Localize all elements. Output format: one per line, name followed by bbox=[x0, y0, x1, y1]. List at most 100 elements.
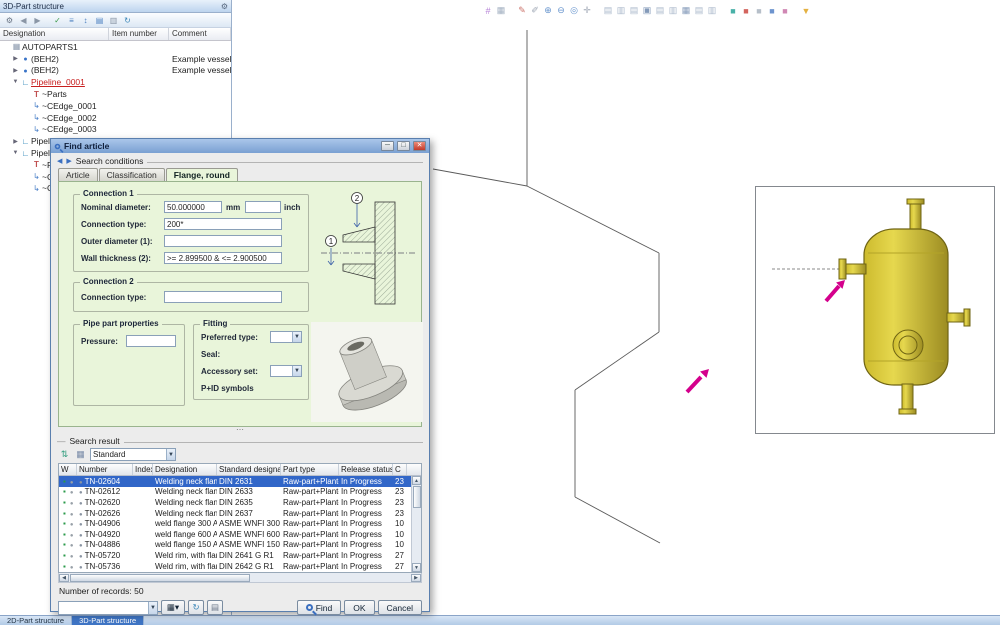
col-standard-designation[interactable]: Standard designation bbox=[217, 464, 281, 475]
expander-icon[interactable]: ▼ bbox=[11, 150, 20, 156]
sheet-7-icon[interactable]: ▦ bbox=[680, 4, 692, 17]
filter-funnel-icon[interactable]: ▼ bbox=[800, 4, 812, 17]
view-blue-icon[interactable]: ■ bbox=[766, 4, 778, 17]
tree-item[interactable]: ~CEdge_0002 bbox=[0, 112, 231, 124]
refresh-icon[interactable]: ↻ bbox=[121, 14, 134, 26]
col-c[interactable]: C bbox=[393, 464, 407, 475]
result-row[interactable]: TN-04906 weld flange 300 AS ASME WNFI 30… bbox=[59, 518, 421, 529]
list-icon[interactable]: ≡ bbox=[65, 14, 78, 26]
dialog-title-bar[interactable]: Find article ─ □ ✕ bbox=[51, 139, 429, 153]
sort-icon[interactable]: ↕ bbox=[79, 14, 92, 26]
sep-b[interactable] bbox=[594, 4, 601, 17]
connection2-type-field[interactable] bbox=[164, 291, 282, 303]
result-row[interactable]: TN-02620 Welding neck flange DIN 2635 Ra… bbox=[59, 497, 421, 508]
zoom-out-icon[interactable]: ⊖ bbox=[555, 4, 567, 17]
tree-item[interactable]: ▶ (BEH2) Example vessel 2 bbox=[0, 53, 231, 65]
column-designation[interactable]: Designation bbox=[0, 28, 109, 40]
sheet-5-icon[interactable]: ▤ bbox=[654, 4, 666, 17]
tree-item[interactable]: ▶ (BEH2) Example vessel 2 bbox=[0, 65, 231, 77]
condition-tab[interactable]: Classification bbox=[99, 168, 165, 181]
wall-thickness-field[interactable]: >= 2.899500 & <= 2.900500 bbox=[164, 252, 282, 264]
column-item-number[interactable]: Item number bbox=[109, 28, 169, 40]
scroll-up-icon[interactable]: ▲ bbox=[412, 476, 421, 485]
col-number[interactable]: Number bbox=[77, 464, 133, 475]
sheet-6-icon[interactable]: ▥ bbox=[667, 4, 679, 17]
column-comment[interactable]: Comment bbox=[169, 28, 231, 40]
scroll-right-icon[interactable]: ▶ bbox=[411, 574, 421, 582]
close-button[interactable]: ✕ bbox=[413, 141, 426, 151]
view-gray-icon[interactable]: ■ bbox=[753, 4, 765, 17]
result-vertical-scrollbar[interactable]: ▲ ▼ bbox=[411, 476, 421, 572]
check-icon[interactable]: ✓ bbox=[51, 14, 64, 26]
filter-result-icon[interactable]: ▦ bbox=[74, 449, 87, 461]
zoom-window-icon[interactable]: ◎ bbox=[568, 4, 580, 17]
condition-tab[interactable]: Flange, round bbox=[166, 168, 238, 181]
sep-1[interactable] bbox=[45, 14, 50, 26]
nominal-diameter-field[interactable]: 50.000000 bbox=[164, 201, 222, 213]
forward-icon[interactable]: ▶ bbox=[31, 14, 44, 26]
accessory-set-combo[interactable]: ▼ bbox=[270, 365, 302, 377]
nominal-diameter-inch-field[interactable] bbox=[245, 201, 281, 213]
sheet-1-icon[interactable]: ▤ bbox=[602, 4, 614, 17]
grid-icon[interactable]: ▦ bbox=[495, 4, 507, 17]
expander-icon[interactable]: ▶ bbox=[11, 138, 20, 145]
expander-icon[interactable]: ▼ bbox=[11, 79, 20, 85]
outer-diameter-field[interactable] bbox=[164, 235, 282, 247]
sort-result-icon[interactable]: ⇅ bbox=[58, 449, 71, 461]
result-row[interactable]: TN-02612 Welding neck flange DIN 2633 Ra… bbox=[59, 487, 421, 498]
result-filter-combo[interactable]: Standard ▼ bbox=[90, 448, 176, 461]
scroll-thumb[interactable] bbox=[413, 486, 421, 508]
settings-icon[interactable]: ⚙ bbox=[3, 14, 16, 26]
sheet-9-icon[interactable]: ▥ bbox=[706, 4, 718, 17]
view-red-icon[interactable]: ■ bbox=[740, 4, 752, 17]
result-row[interactable]: TN-04920 weld flange 600 AS ASME WNFI 60… bbox=[59, 529, 421, 540]
result-row[interactable]: TN-02626 Welding neck flange DIN 2637 Ra… bbox=[59, 508, 421, 519]
pan-icon[interactable]: ✛ bbox=[581, 4, 593, 17]
tree-item[interactable]: ~CEdge_0001 bbox=[0, 100, 231, 112]
tree-item[interactable]: ~CEdge_0003 bbox=[0, 124, 231, 136]
col-part-type[interactable]: Part type bbox=[281, 464, 339, 475]
sep-a[interactable] bbox=[508, 4, 515, 17]
sheet-4-icon[interactable]: ▣ bbox=[641, 4, 653, 17]
preferred-type-combo[interactable]: ▼ bbox=[270, 331, 302, 343]
scroll-thumb[interactable] bbox=[70, 574, 250, 582]
sep-c[interactable] bbox=[719, 4, 726, 17]
result-horizontal-scrollbar[interactable]: ◀ ▶ bbox=[58, 573, 422, 583]
view-options-button[interactable]: ▦▾ bbox=[161, 600, 185, 615]
refresh-button[interactable]: ↻ bbox=[188, 600, 204, 615]
measure-icon[interactable]: ✎ bbox=[516, 4, 528, 17]
sheet-3-icon[interactable]: ▤ bbox=[628, 4, 640, 17]
columns-icon[interactable]: ▥ bbox=[107, 14, 120, 26]
expander-icon[interactable]: ▶ bbox=[11, 67, 20, 74]
col-designation[interactable]: Designation bbox=[153, 464, 217, 475]
condition-tab[interactable]: Article bbox=[58, 168, 98, 181]
result-row[interactable]: TN-05720 Weld rim, with flan DIN 2641 G … bbox=[59, 550, 421, 561]
find-button[interactable]: Find bbox=[297, 600, 342, 615]
annotate-icon[interactable]: ✐ bbox=[529, 4, 541, 17]
tree-item[interactable]: AUTOPARTS1 bbox=[0, 41, 231, 53]
pressure-field[interactable] bbox=[126, 335, 176, 347]
sheet-8-icon[interactable]: ▤ bbox=[693, 4, 705, 17]
col-w[interactable]: W bbox=[59, 464, 77, 475]
tree-item[interactable]: ▼ Pipeline_0001 bbox=[0, 76, 231, 88]
print-button[interactable]: ▤ bbox=[207, 600, 223, 615]
tree-item[interactable]: ~Parts bbox=[0, 88, 231, 100]
expander-icon[interactable]: ▶ bbox=[11, 55, 20, 62]
col-release-status[interactable]: Release status bbox=[339, 464, 393, 475]
back-icon[interactable]: ◀ bbox=[17, 14, 30, 26]
view-pink-icon[interactable]: ■ bbox=[779, 4, 791, 17]
minimize-button[interactable]: ─ bbox=[381, 141, 394, 151]
result-row[interactable]: TN-04886 weld flange 150 AS ASME WNFI 15… bbox=[59, 540, 421, 551]
conditions-back-icon[interactable]: ◀ bbox=[57, 157, 62, 165]
col-index[interactable]: Index bbox=[133, 464, 153, 475]
maximize-button[interactable]: □ bbox=[397, 141, 410, 151]
scroll-down-icon[interactable]: ▼ bbox=[412, 563, 421, 572]
sheet-2-icon[interactable]: ▥ bbox=[615, 4, 627, 17]
sketch-icon[interactable]: # bbox=[482, 4, 494, 17]
panel-settings-icon[interactable]: ⚙ bbox=[221, 2, 228, 11]
scroll-left-icon[interactable]: ◀ bbox=[59, 574, 69, 582]
saved-search-combo[interactable]: ▼ bbox=[58, 601, 158, 615]
conditions-forward-icon[interactable]: ▶ bbox=[66, 157, 71, 165]
connection-type-field[interactable]: 200* bbox=[164, 218, 282, 230]
sep-d[interactable] bbox=[792, 4, 799, 17]
